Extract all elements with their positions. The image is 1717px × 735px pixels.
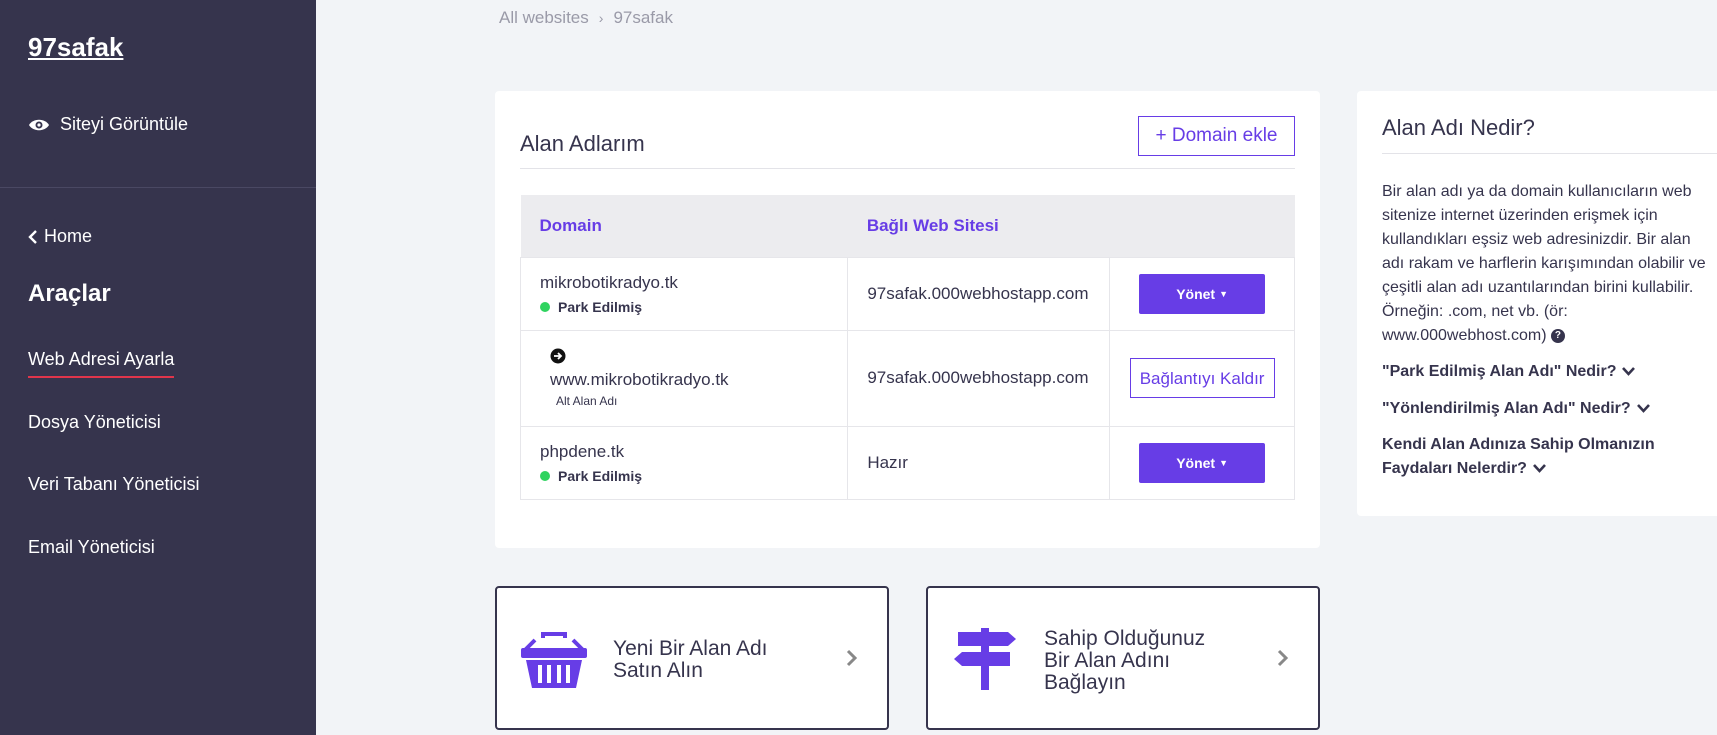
action-cell: Yönet ▼ [1109, 425, 1295, 500]
domains-card: Alan Adlarım + Domain ekle Domain Bağlı … [495, 91, 1320, 548]
action-cell: Bağlantıyı Kaldır [1109, 329, 1295, 427]
chevron-left-icon [28, 229, 37, 244]
home-link[interactable]: Home [28, 226, 92, 247]
sidebar-divider [0, 187, 316, 188]
buy-domain-label: Yeni Bir Alan Adı Satın Alın [613, 638, 768, 682]
site-title[interactable]: 97safak [28, 32, 123, 63]
sidebar: 97safak Siteyi Görüntüle Home Araçlar We… [0, 0, 316, 735]
table-row: phpdene.tk Park Edilmiş Hazır Yönet ▼ [519, 425, 1295, 500]
info-divider [1382, 153, 1717, 154]
domains-card-title: Alan Adlarım [520, 131, 645, 156]
breadcrumb-all-websites[interactable]: All websites [499, 8, 589, 28]
column-header-domain: Domain [520, 195, 848, 257]
domain-name: phpdene.tk [540, 441, 625, 461]
domain-cell: phpdene.tk Park Edilmiş [519, 425, 849, 500]
manage-button-label: Yönet [1176, 454, 1216, 471]
chevron-right-icon [846, 649, 858, 667]
faq-item-parked[interactable]: "Park Edilmiş Alan Adı" Nedir? [1382, 360, 1702, 384]
domain-name: mikrobotikradyo.tk [540, 272, 678, 292]
card-divider [520, 168, 1295, 169]
faq-label: "Park Edilmiş Alan Adı" Nedir? [1382, 363, 1617, 380]
chevron-right-icon [1277, 649, 1289, 667]
column-header-actions [1109, 195, 1295, 257]
table-row: www.mikrobotikradyo.tk Alt Alan Adı 97sa… [519, 329, 1295, 427]
label-line: Yeni Bir Alan Adı [613, 637, 768, 660]
table-header-row: Domain Bağlı Web Sitesi [520, 195, 1295, 257]
sidebar-item-database-manager[interactable]: Veri Tabanı Yöneticisi [28, 474, 199, 495]
status-dot-icon [540, 470, 550, 481]
domain-cell: www.mikrobotikradyo.tk Alt Alan Adı [519, 329, 849, 427]
view-site-label: Siteyi Görüntüle [60, 114, 189, 134]
question-icon[interactable]: ? [1550, 328, 1565, 343]
sidebar-item-web-address[interactable]: Web Adresi Ayarla [28, 349, 175, 378]
sidebar-item-email-manager[interactable]: Email Yöneticisi [28, 537, 155, 558]
breadcrumb-separator-icon: › [598, 10, 604, 26]
column-header-linked-site: Bağlı Web Sitesi [847, 195, 1110, 257]
status-dot-icon [540, 301, 550, 312]
label-line: Satın Alın [613, 659, 703, 682]
faq-label: Kendi Alan Adınıza Sahip Olmanızın Fayda… [1382, 436, 1655, 477]
linked-site-cell: Hazır [847, 425, 1111, 500]
connect-domain-label: Sahip Olduğunuz Bir Alan Adını Bağlayın [1044, 628, 1205, 694]
info-card: Alan Adı Nedir? Bir alan adı ya da domai… [1357, 91, 1717, 516]
linked-site-cell: 97safak.000webhostapp.com [847, 256, 1111, 331]
table-row: mikrobotikradyo.tk Park Edilmiş 97safak.… [519, 256, 1295, 331]
chevron-down-icon [1532, 464, 1546, 473]
label-line: Sahip Olduğunuz [1044, 627, 1206, 650]
domains-table: Domain Bağlı Web Sitesi mikrobotikradyo.… [519, 195, 1295, 500]
info-card-title: Alan Adı Nedir? [1382, 115, 1535, 140]
unlink-button[interactable]: Bağlantıyı Kaldır [1129, 358, 1275, 398]
status-label: Park Edilmiş [558, 467, 643, 484]
breadcrumb-current: 97safak [613, 8, 673, 27]
linked-site-cell: 97safak.000webhostapp.com [847, 329, 1111, 427]
home-label: Home [44, 226, 93, 246]
view-site-link[interactable]: Siteyi Görüntüle [28, 114, 188, 135]
caret-down-icon: ▼ [1219, 288, 1228, 299]
add-domain-button[interactable]: + Domain ekle [1138, 116, 1295, 156]
chevron-down-icon [1636, 404, 1650, 413]
status-label: Park Edilmiş [558, 298, 643, 315]
status-badge: Park Edilmiş [540, 468, 847, 484]
faq-item-benefits[interactable]: Kendi Alan Adınıza Sahip Olmanızın Fayda… [1382, 433, 1702, 481]
breadcrumb: All websites › 97safak [499, 8, 673, 28]
info-text-body: Bir alan adı ya da domain kullanıcıların… [1382, 183, 1706, 344]
domain-cell: mikrobotikradyo.tk Park Edilmiş [519, 256, 849, 331]
caret-down-icon: ▼ [1219, 457, 1228, 468]
signpost-icon [954, 628, 1016, 690]
arrow-right-circle-icon [550, 348, 566, 364]
info-text: Bir alan adı ya da domain kullanıcıların… [1382, 180, 1712, 348]
manage-button[interactable]: Yönet ▼ [1139, 273, 1266, 314]
action-cell: Yönet ▼ [1109, 256, 1295, 331]
buy-domain-card[interactable]: Yeni Bir Alan Adı Satın Alın [495, 586, 889, 730]
faq-item-redirected[interactable]: "Yönlendirilmiş Alan Adı" Nedir? [1382, 397, 1702, 421]
sidebar-item-file-manager[interactable]: Dosya Yöneticisi [28, 412, 161, 433]
tools-heading: Araçlar [28, 280, 111, 307]
domain-name: www.mikrobotikradyo.tk [550, 370, 729, 389]
label-line: Bir Alan Adını [1044, 649, 1171, 672]
status-badge: Park Edilmiş [540, 299, 847, 315]
subdomain-label: Alt Alan Adı [556, 394, 618, 408]
manage-button[interactable]: Yönet ▼ [1139, 442, 1266, 483]
chevron-down-icon [1622, 367, 1636, 376]
faq-label: "Yönlendirilmiş Alan Adı" Nedir? [1382, 400, 1631, 417]
connect-domain-card[interactable]: Sahip Olduğunuz Bir Alan Adını Bağlayın [926, 586, 1320, 730]
eye-icon [29, 119, 49, 130]
label-line: Bağlayın [1044, 671, 1126, 694]
basket-icon [521, 632, 587, 688]
manage-button-label: Yönet [1176, 285, 1216, 302]
